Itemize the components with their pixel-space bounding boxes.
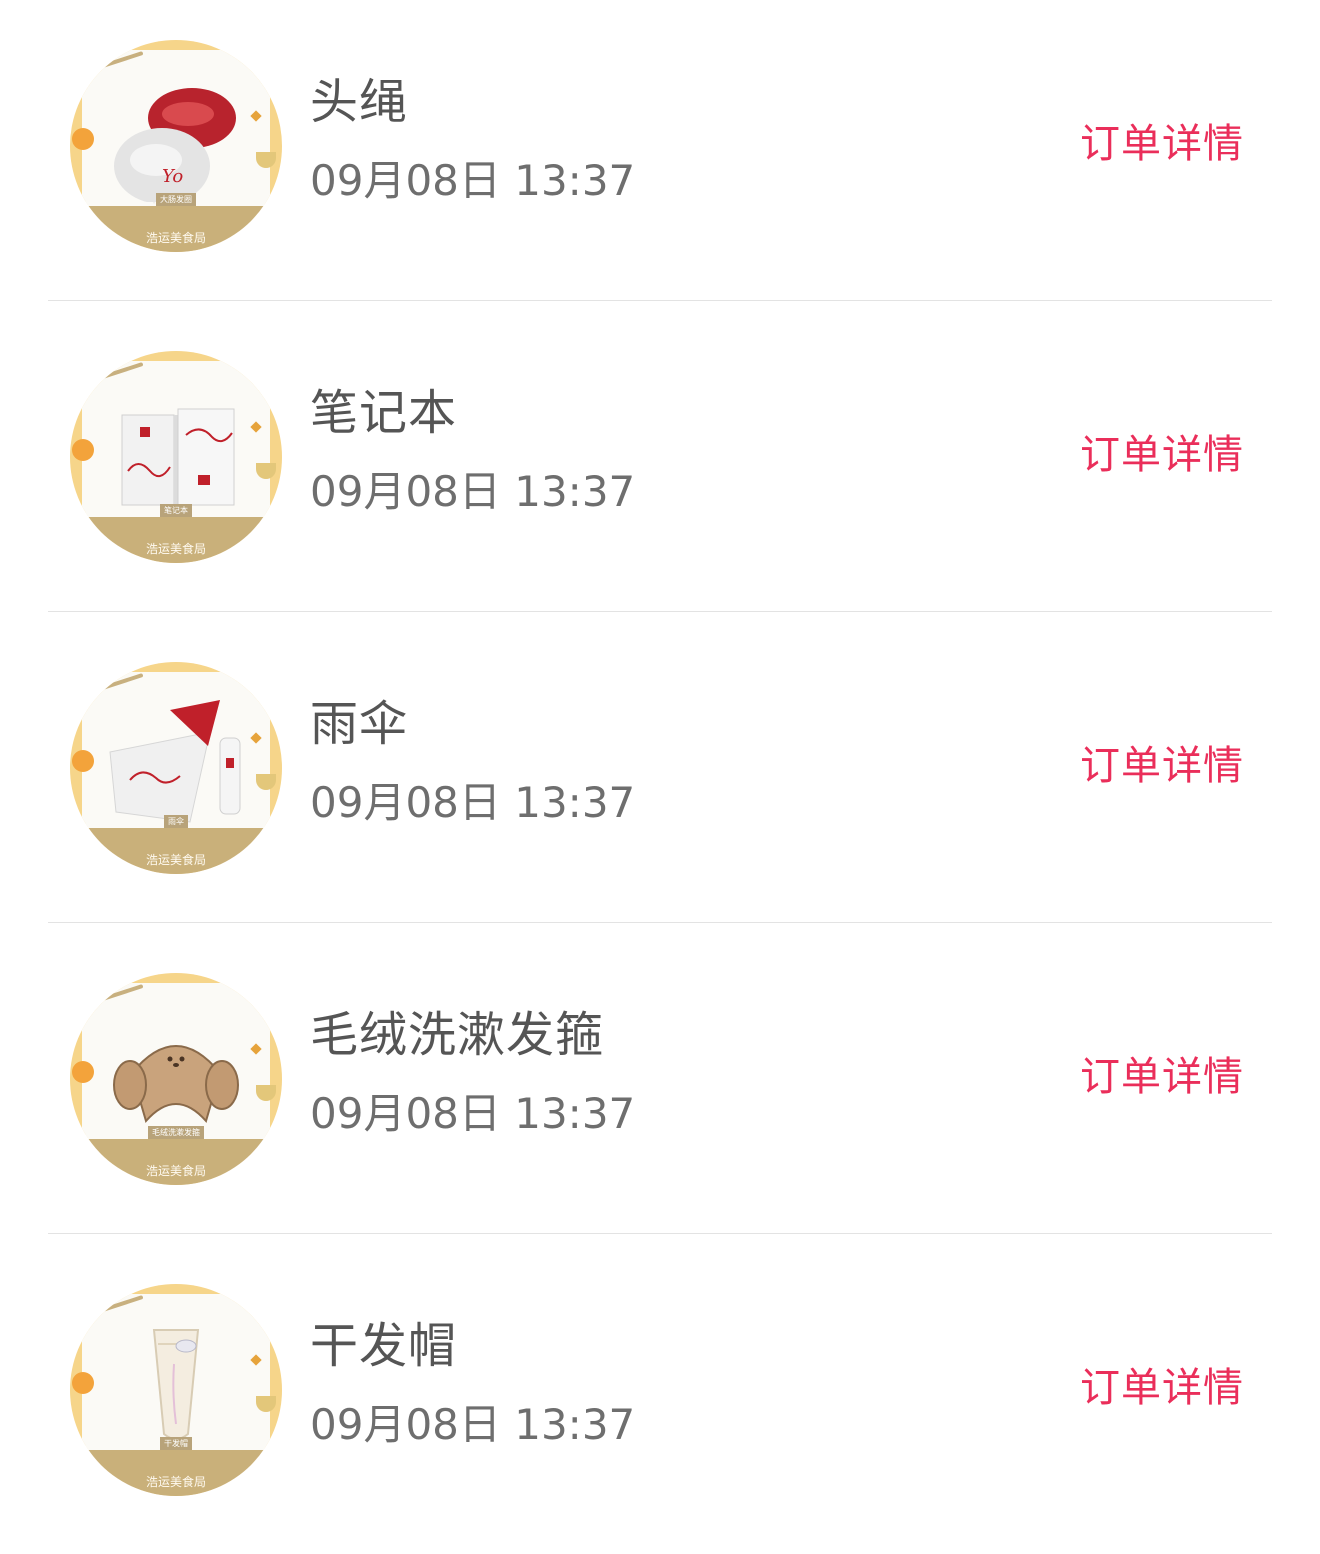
thumb-brand: 浩运美食局	[145, 231, 206, 245]
product-name: 干发帽	[310, 1318, 458, 1374]
order-row[interactable]: 笔记本 浩运美食局 笔记本 09月08日 13:37 订单详情	[0, 311, 1320, 621]
order-row[interactable]: Yo 大肠发圈 浩运美食局 头绳 09月08日 13:37 订单详情	[0, 0, 1320, 310]
order-list: Yo 大肠发圈 浩运美食局 头绳 09月08日 13:37 订单详情 笔记本 浩…	[0, 0, 1320, 1540]
thumb-brand: 浩运美食局	[145, 853, 206, 867]
order-row[interactable]: 雨伞 浩运美食局 雨伞 09月08日 13:37 订单详情	[0, 622, 1320, 932]
product-thumbnail: 雨伞 浩运美食局	[70, 662, 282, 874]
thumb-tag: 毛绒洗漱发箍	[148, 1126, 204, 1139]
thumb-brand: 浩运美食局	[145, 1475, 206, 1489]
row-divider	[48, 1233, 1272, 1234]
order-detail-link[interactable]: 订单详情	[1080, 124, 1244, 164]
product-thumbnail: 毛绒洗漱发箍 浩运美食局	[70, 973, 282, 1185]
product-name: 笔记本	[310, 385, 458, 441]
order-time: 09月08日 13:37	[310, 156, 636, 205]
product-name: 毛绒洗漱发箍	[310, 1007, 605, 1063]
thumb-tag: 笔记本	[160, 504, 192, 517]
product-name: 雨伞	[310, 696, 409, 752]
order-detail-link[interactable]: 订单详情	[1080, 1057, 1244, 1097]
order-detail-link[interactable]: 订单详情	[1080, 435, 1244, 475]
product-name: 头绳	[310, 74, 409, 130]
order-row[interactable]: 干发帽 浩运美食局 干发帽 09月08日 13:37 订单详情	[0, 1244, 1320, 1554]
svg-text:Yo: Yo	[162, 166, 183, 187]
row-divider	[48, 300, 1272, 301]
order-time: 09月08日 13:37	[310, 778, 636, 827]
thumb-tag: 干发帽	[160, 1437, 192, 1450]
order-detail-link[interactable]: 订单详情	[1080, 746, 1244, 786]
product-thumbnail: 干发帽 浩运美食局	[70, 1284, 282, 1496]
row-divider	[48, 611, 1272, 612]
thumb-brand: 浩运美食局	[145, 542, 206, 556]
thumb-tag: 大肠发圈	[156, 193, 196, 206]
order-detail-link[interactable]: 订单详情	[1080, 1368, 1244, 1408]
product-thumbnail: Yo 大肠发圈 浩运美食局	[70, 40, 282, 252]
thumb-tag: 雨伞	[164, 815, 188, 828]
row-divider	[48, 922, 1272, 923]
order-time: 09月08日 13:37	[310, 467, 636, 516]
order-time: 09月08日 13:37	[310, 1400, 636, 1449]
thumb-brand: 浩运美食局	[145, 1164, 206, 1178]
order-row[interactable]: 毛绒洗漱发箍 浩运美食局 毛绒洗漱发箍 09月08日 13:37 订单详情	[0, 933, 1320, 1243]
product-thumbnail: 笔记本 浩运美食局	[70, 351, 282, 563]
order-time: 09月08日 13:37	[310, 1089, 636, 1138]
